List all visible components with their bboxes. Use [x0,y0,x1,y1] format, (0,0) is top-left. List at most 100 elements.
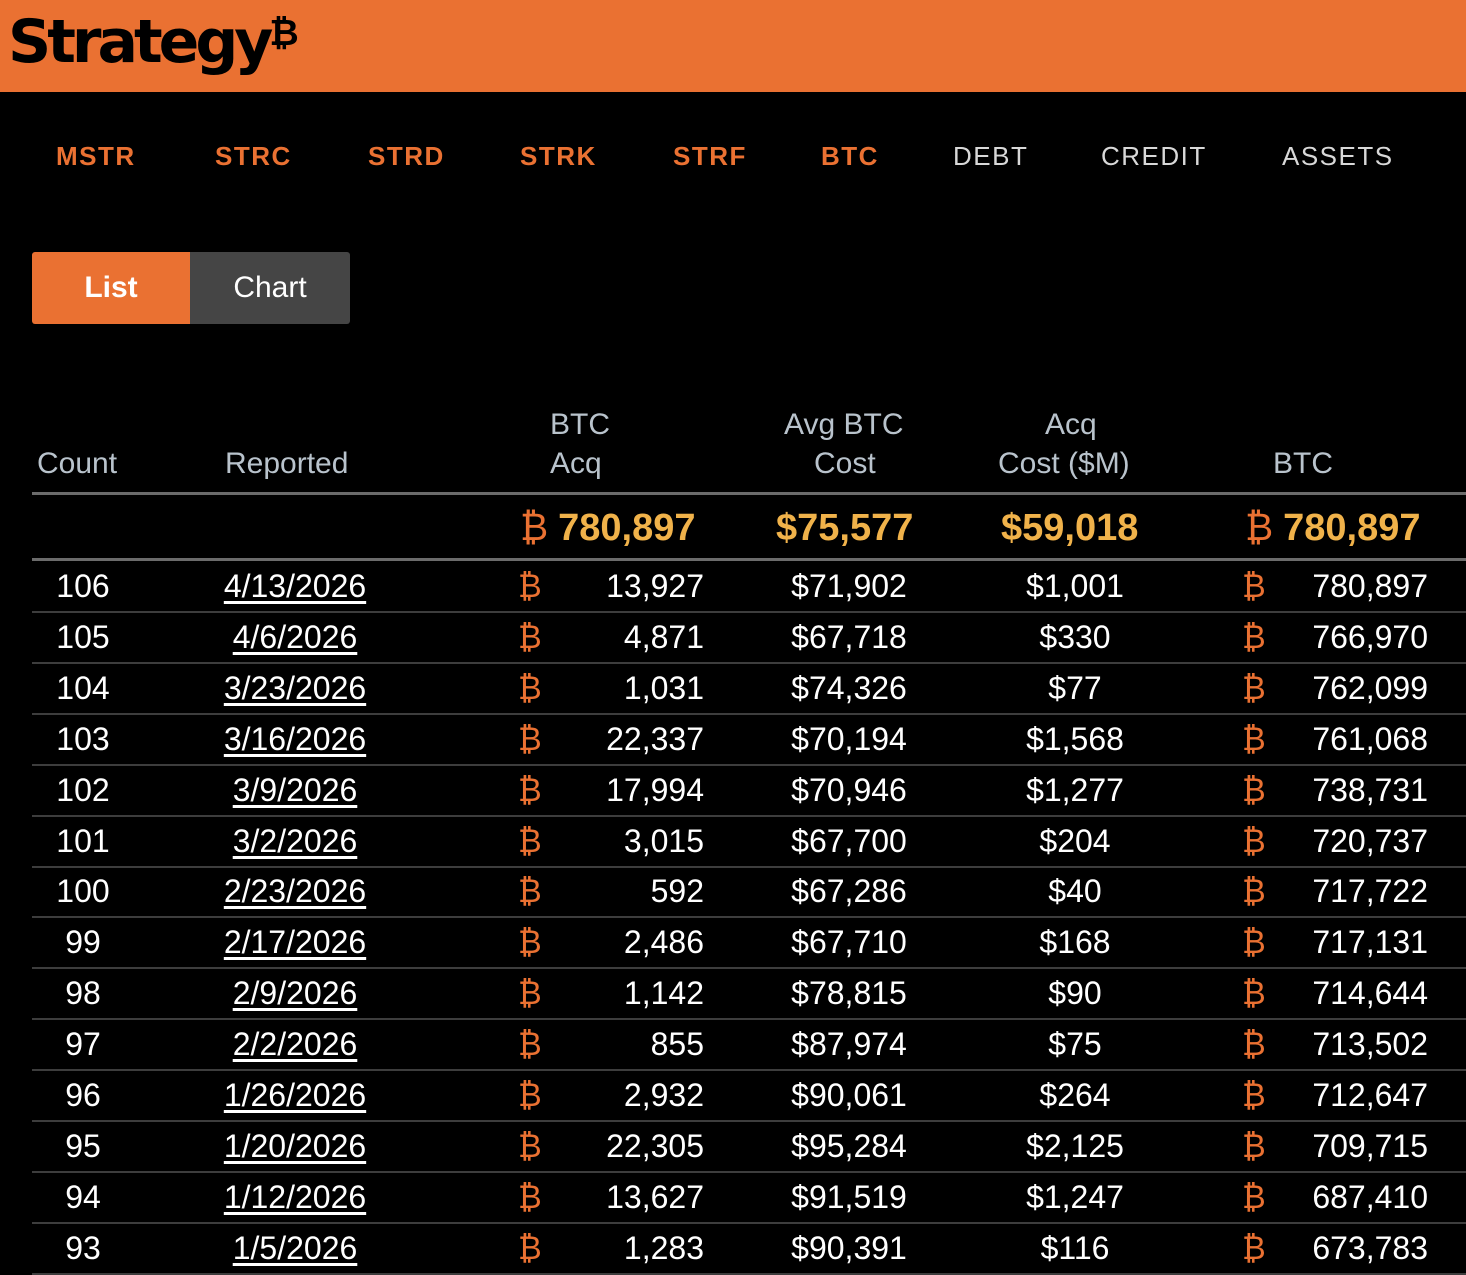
header-btc: BTC [1273,447,1333,480]
row-acq-cost: $1,277 [1026,772,1124,808]
bitcoin-icon: ₿ [1242,772,1266,808]
bitcoin-icon: ₿ [518,619,542,655]
bitcoin-icon: ₿ [518,721,542,757]
row-acq-cost: $77 [1048,670,1102,706]
row-btc-holdings: 673,783 [1312,1230,1428,1266]
row-count: 98 [65,975,101,1011]
nav-strf[interactable]: STRF [673,140,747,172]
bitcoin-icon: ₿ [1242,823,1266,859]
bitcoin-icon: ₿ [518,568,542,604]
row-btc-acq: 2,932 [623,1077,704,1113]
table-row: 105 4/6/2026 ₿ 4,871 $67,718 $330 ₿ 766,970 [32,613,1466,664]
row-reported-date-link[interactable]: 3/2/2026 [162,817,428,866]
bitcoin-icon: ₿ [1242,975,1266,1011]
nav-strk[interactable]: STRK [520,140,597,172]
total-btc: ₿ 780,897 [1245,507,1421,549]
row-avg-btc-cost: $91,519 [791,1179,907,1215]
list-view-button[interactable]: List [32,252,190,324]
table-row: 94 1/12/2026 ₿ 13,627 $91,519 $1,247 ₿ 687,410 [32,1173,1466,1224]
row-btc-acq: 2,486 [623,924,704,960]
table-row: 95 1/20/2026 ₿ 22,305 $95,284 $2,125 ₿ 709,715 [32,1122,1466,1173]
nav-strc[interactable]: STRC [215,140,292,172]
row-btc-holdings: 738,731 [1312,772,1428,808]
row-avg-btc-cost: $95,284 [791,1128,907,1164]
row-btc-holdings: 766,970 [1312,619,1428,655]
nav-btc[interactable]: BTC [821,140,879,172]
row-btc-acq: 22,305 [606,1128,704,1164]
table-row: 106 4/13/2026 ₿ 13,927 $71,902 $1,001 ₿ 780,897 [32,562,1466,613]
table-row: 101 3/2/2026 ₿ 3,015 $67,700 $204 ₿ 720,737 [32,817,1466,868]
row-count: 101 [56,823,110,859]
bitcoin-icon: ₿ [518,670,542,706]
nav-credit[interactable]: CREDIT [1101,140,1207,172]
bitcoin-icon: ₿ [518,924,542,960]
bitcoin-icon: ₿ [518,975,542,1011]
header-btc-acq-line2: Acq [550,447,602,480]
nav-mstr[interactable]: MSTR [56,140,136,172]
row-count: 94 [65,1179,101,1215]
row-btc-acq: 1,031 [623,670,704,706]
bitcoin-icon: ₿ [1242,1179,1266,1215]
bitcoin-icon: ₿ [1242,1230,1266,1266]
row-avg-btc-cost: $70,946 [791,772,907,808]
row-btc-acq: 17,994 [606,772,704,808]
nav-debt[interactable]: DEBT [953,140,1028,172]
row-reported-date-link[interactable]: 2/9/2026 [162,969,428,1018]
row-reported-date-link[interactable]: 1/12/2026 [162,1173,428,1222]
row-btc-holdings: 712,647 [1312,1077,1428,1113]
header-btc-acq-line1: BTC [550,408,610,441]
bitcoin-icon: ₿ [1245,507,1274,549]
header-acq-cost-line2: Cost ($M) [998,447,1130,480]
row-btc-holdings: 761,068 [1312,721,1428,757]
row-count: 97 [65,1026,101,1062]
row-reported-date-link[interactable]: 2/17/2026 [162,918,428,967]
row-reported-date-link[interactable]: 3/16/2026 [162,715,428,764]
row-acq-cost: $264 [1039,1077,1111,1113]
nav-assets[interactable]: ASSETS [1282,140,1394,172]
row-reported-date-link[interactable]: 2/23/2026 [162,867,428,916]
row-acq-cost: $116 [1040,1230,1110,1266]
header-reported: Reported [225,447,349,480]
row-avg-btc-cost: $67,700 [791,823,907,859]
nav-strd[interactable]: STRD [368,140,445,172]
row-acq-cost: $2,125 [1026,1128,1124,1164]
chart-view-button[interactable]: Chart [190,252,350,324]
row-reported-date-link[interactable]: 3/9/2026 [162,766,428,815]
totals-divider [32,558,1466,561]
row-btc-holdings: 762,099 [1312,670,1428,706]
row-btc-acq: 3,015 [623,823,704,859]
row-avg-btc-cost: $67,286 [791,873,907,909]
row-count: 103 [56,721,110,757]
row-reported-date-link[interactable]: 4/13/2026 [162,562,428,611]
bitcoin-icon: ₿ [518,873,542,909]
row-reported-date-link[interactable]: 3/23/2026 [162,664,428,713]
row-reported-date-link[interactable]: 4/6/2026 [162,613,428,662]
table-row: 96 1/26/2026 ₿ 2,932 $90,061 $264 ₿ 712,647 [32,1071,1466,1122]
table-row: 103 3/16/2026 ₿ 22,337 $70,194 $1,568 ₿ 761,068 [32,715,1466,766]
bitcoin-icon: ₿ [518,823,542,859]
bitcoin-icon: ₿ [518,1230,542,1266]
bitcoin-icon: ₿ [1242,924,1266,960]
row-btc-acq: 1,283 [623,1230,704,1266]
row-btc-acq: 13,627 [606,1179,704,1215]
row-count: 100 [56,873,110,909]
bitcoin-icon: ₿ [518,1026,542,1062]
row-reported-date-link[interactable]: 2/2/2026 [162,1020,428,1069]
row-avg-btc-cost: $78,815 [791,975,907,1011]
row-btc-holdings: 714,644 [1312,975,1428,1011]
row-acq-cost: $204 [1039,823,1111,859]
row-avg-btc-cost: $90,061 [791,1077,907,1113]
row-reported-date-link[interactable]: 1/26/2026 [162,1071,428,1120]
bitcoin-icon: ₿ [520,507,549,549]
row-reported-date-link[interactable]: 1/5/2026 [162,1224,428,1273]
row-btc-acq: 1,142 [623,975,704,1011]
table-row: 102 3/9/2026 ₿ 17,994 $70,946 $1,277 ₿ 738,731 [32,766,1466,817]
row-count: 104 [56,670,110,706]
bitcoin-icon: ₿ [1242,873,1266,909]
total-avg-cost: $75,577 [776,507,914,549]
row-count: 95 [65,1128,101,1164]
table-row: 97 2/2/2026 ₿ 855 $87,974 $75 ₿ 713,502 [32,1020,1466,1071]
bitcoin-icon: ₿ [1242,721,1266,757]
row-acq-cost: $1,247 [1026,1179,1124,1215]
row-reported-date-link[interactable]: 1/20/2026 [162,1122,428,1171]
